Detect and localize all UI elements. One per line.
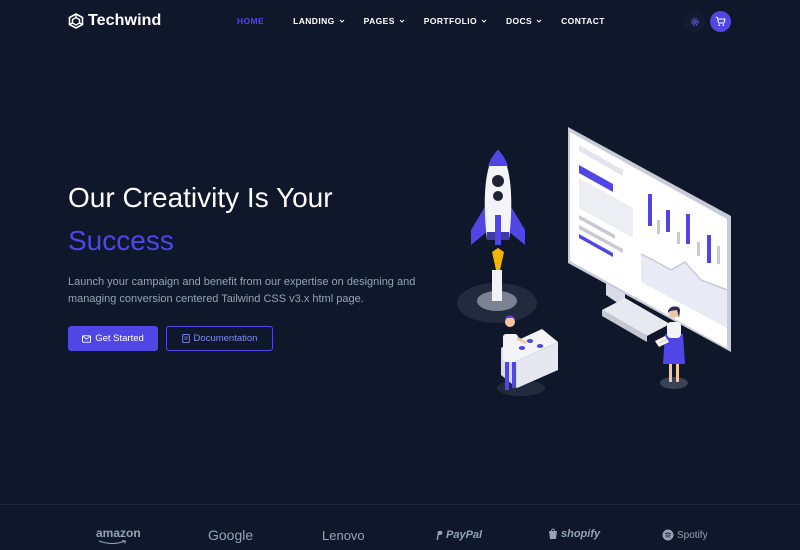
client-logo-amazon: amazon <box>96 526 141 545</box>
nav-item-label: PAGES <box>363 16 395 26</box>
amazon-smile-icon <box>98 540 127 545</box>
paypal-icon <box>436 530 443 540</box>
nav-item-label: HOME <box>237 16 265 26</box>
client-name: PayPal <box>446 529 483 541</box>
nav-item-home[interactable]: HOME <box>237 16 264 26</box>
hero-illustration <box>457 127 731 396</box>
nav-actions <box>684 11 731 32</box>
clients-divider <box>0 504 800 505</box>
settings-icon <box>690 17 699 26</box>
client-logo-paypal: PayPal <box>435 529 482 541</box>
nav-item-portfolio[interactable]: PORTFOLIO <box>424 16 487 26</box>
nav-item-label: CONTACT <box>561 16 605 26</box>
main-nav: HOME LANDING PAGES PORTFOLIO DOCS CONTAC… <box>237 16 605 26</box>
nav-item-docs[interactable]: DOCS <box>506 16 542 26</box>
nav-item-pages[interactable]: PAGES <box>364 16 405 26</box>
brand-logo[interactable]: Techwind <box>68 12 161 30</box>
documentation-button[interactable]: Documentation <box>166 326 273 351</box>
client-name: Spotify <box>677 529 708 541</box>
nav-item-label: PORTFOLIO <box>423 16 477 26</box>
client-logo-shopify: shopify <box>548 528 600 540</box>
documentation-label: Documentation <box>193 333 258 344</box>
chevron-down-icon <box>481 19 487 23</box>
client-name: amazon <box>96 526 141 540</box>
hero-title: Our Creativity Is Your <box>68 182 333 213</box>
cart-button[interactable] <box>710 11 731 32</box>
get-started-label: Get Started <box>95 333 144 344</box>
settings-button[interactable] <box>684 11 705 32</box>
shopify-bag-icon <box>549 528 557 539</box>
hero-description: Launch your campaign and benefit from ou… <box>68 276 416 305</box>
hero-title-accent: Success <box>68 225 174 256</box>
get-started-button[interactable]: Get Started <box>68 326 158 351</box>
spotify-icon <box>662 529 674 541</box>
chevron-down-icon <box>536 19 542 23</box>
client-logo-spotify: Spotify <box>662 529 708 541</box>
brand-name: Techwind <box>88 12 162 29</box>
nav-item-contact[interactable]: CONTACT <box>561 16 605 26</box>
book-icon <box>181 334 190 343</box>
chevron-down-icon <box>339 19 344 23</box>
client-logo-lenovo: Lenovo <box>322 528 365 543</box>
nav-item-label: LANDING <box>293 16 335 26</box>
client-logo-google: Google <box>208 527 253 543</box>
client-name: Google <box>208 527 254 543</box>
chevron-down-icon <box>399 19 405 23</box>
nav-item-landing[interactable]: LANDING <box>293 16 345 26</box>
nav-item-label: DOCS <box>505 16 533 26</box>
cart-icon <box>715 16 726 26</box>
mail-icon <box>82 334 92 343</box>
navbar: Techwind HOME LANDING PAGES PORTFOLIO DO… <box>0 0 800 44</box>
client-name: shopify <box>561 528 601 540</box>
logo-icon <box>68 13 84 29</box>
client-name: Lenovo <box>322 528 365 543</box>
